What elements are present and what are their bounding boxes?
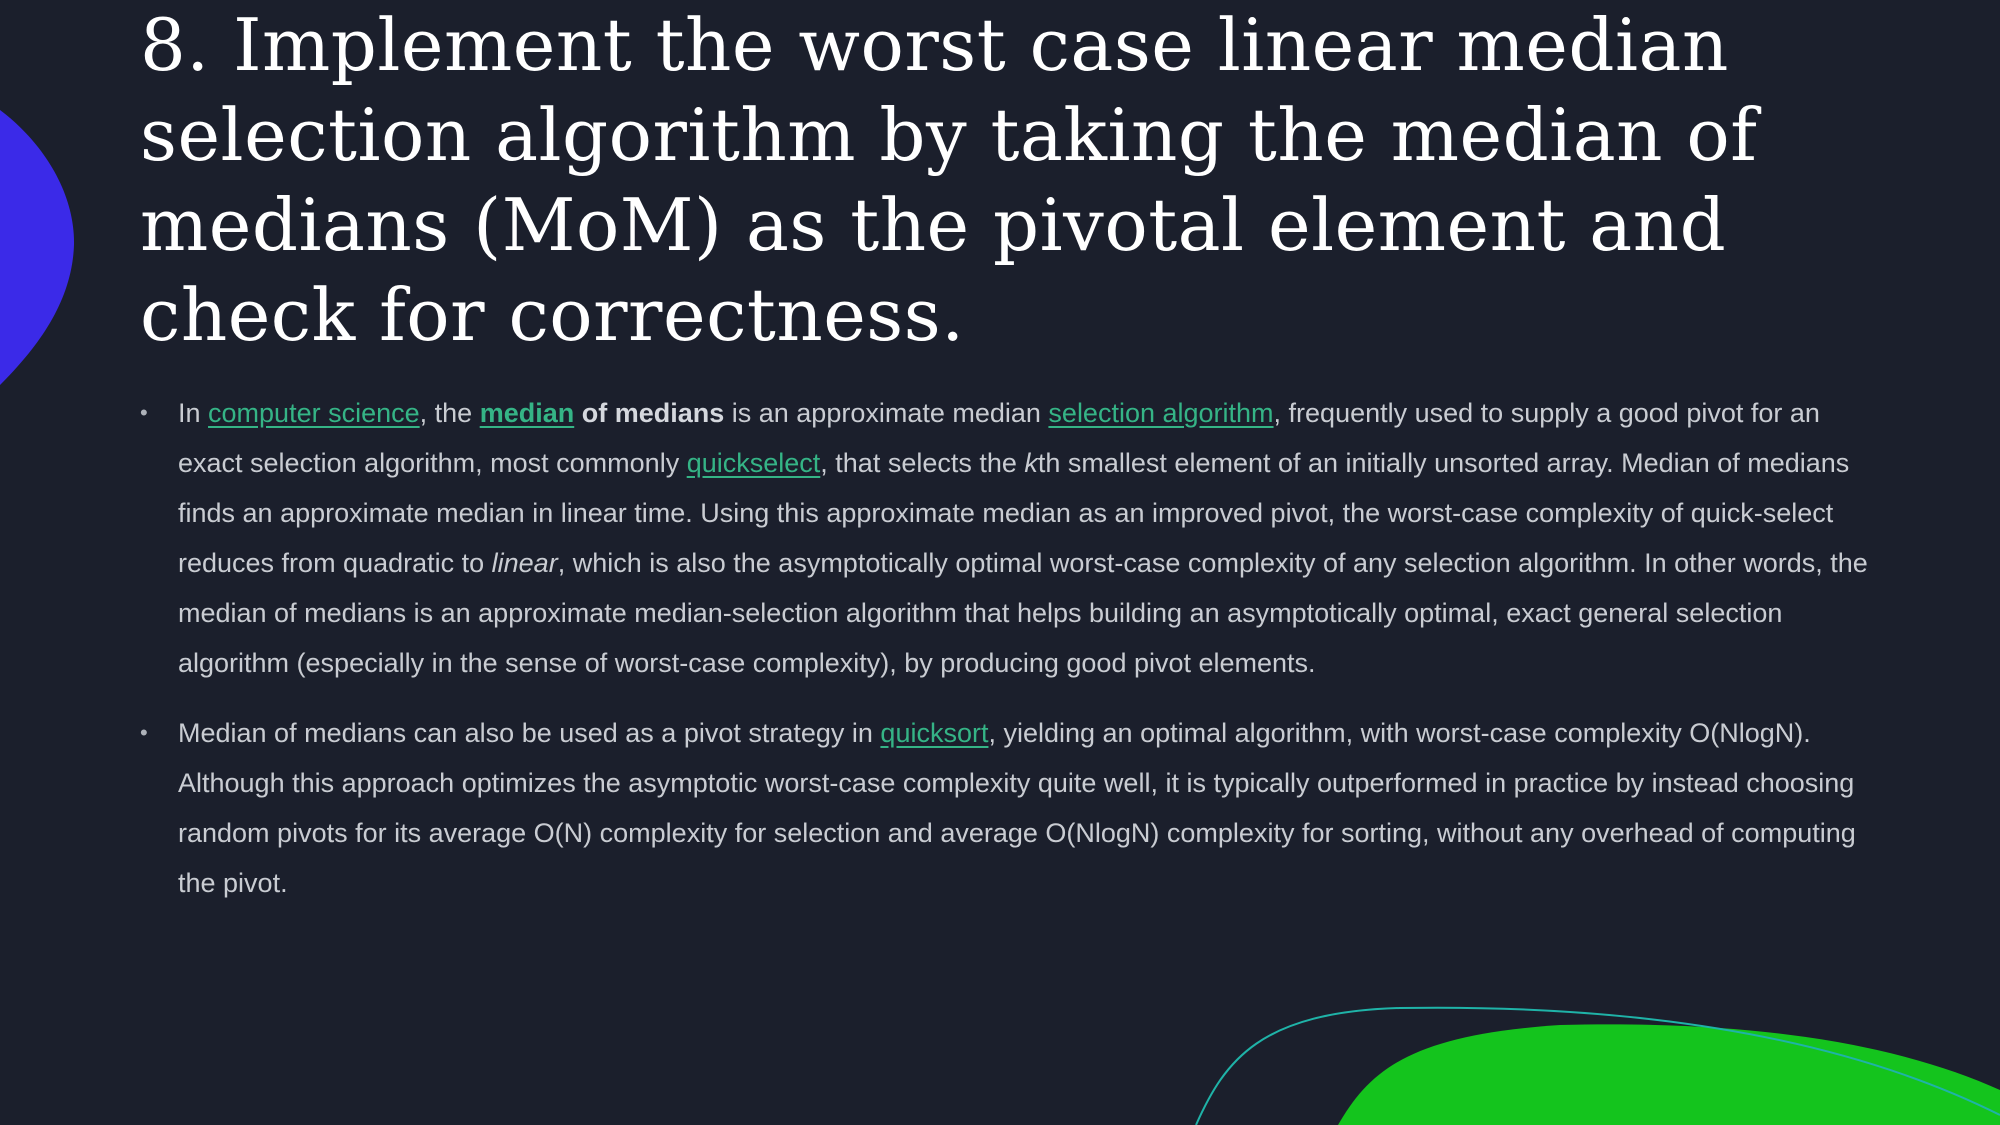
bullet-item-1: • In computer science, the median of med… xyxy=(140,388,1870,688)
italic-linear: linear xyxy=(491,548,558,578)
green-wave-shape xyxy=(1338,1024,2000,1125)
slide-title: 8. Implement the worst case linear media… xyxy=(140,3,1758,357)
link-quicksort[interactable]: quicksort xyxy=(880,718,988,748)
link-median[interactable]: median xyxy=(480,398,575,428)
bullet-glyph: • xyxy=(140,400,148,425)
text-run: is an approximate median xyxy=(724,398,1049,428)
bold-text-of-medians: of medians xyxy=(574,398,725,428)
slide: 8. Implement the worst case linear media… xyxy=(0,0,2000,1125)
link-quickselect[interactable]: quickselect xyxy=(687,448,821,478)
bullet-item-2: • Median of medians can also be used as … xyxy=(140,708,1870,908)
blue-blob-shape xyxy=(0,110,75,385)
text-run: , that selects the xyxy=(820,448,1025,478)
text-run: , the xyxy=(419,398,480,428)
bullet-list: • In computer science, the median of med… xyxy=(140,388,1870,928)
link-computer-science[interactable]: computer science xyxy=(208,398,420,428)
text-run: Median of medians can also be used as a … xyxy=(178,718,881,748)
bullet-glyph: • xyxy=(140,720,148,745)
italic-k: k xyxy=(1024,448,1038,478)
link-selection-algorithm[interactable]: selection algorithm xyxy=(1048,398,1273,428)
text-run: In xyxy=(178,398,209,428)
